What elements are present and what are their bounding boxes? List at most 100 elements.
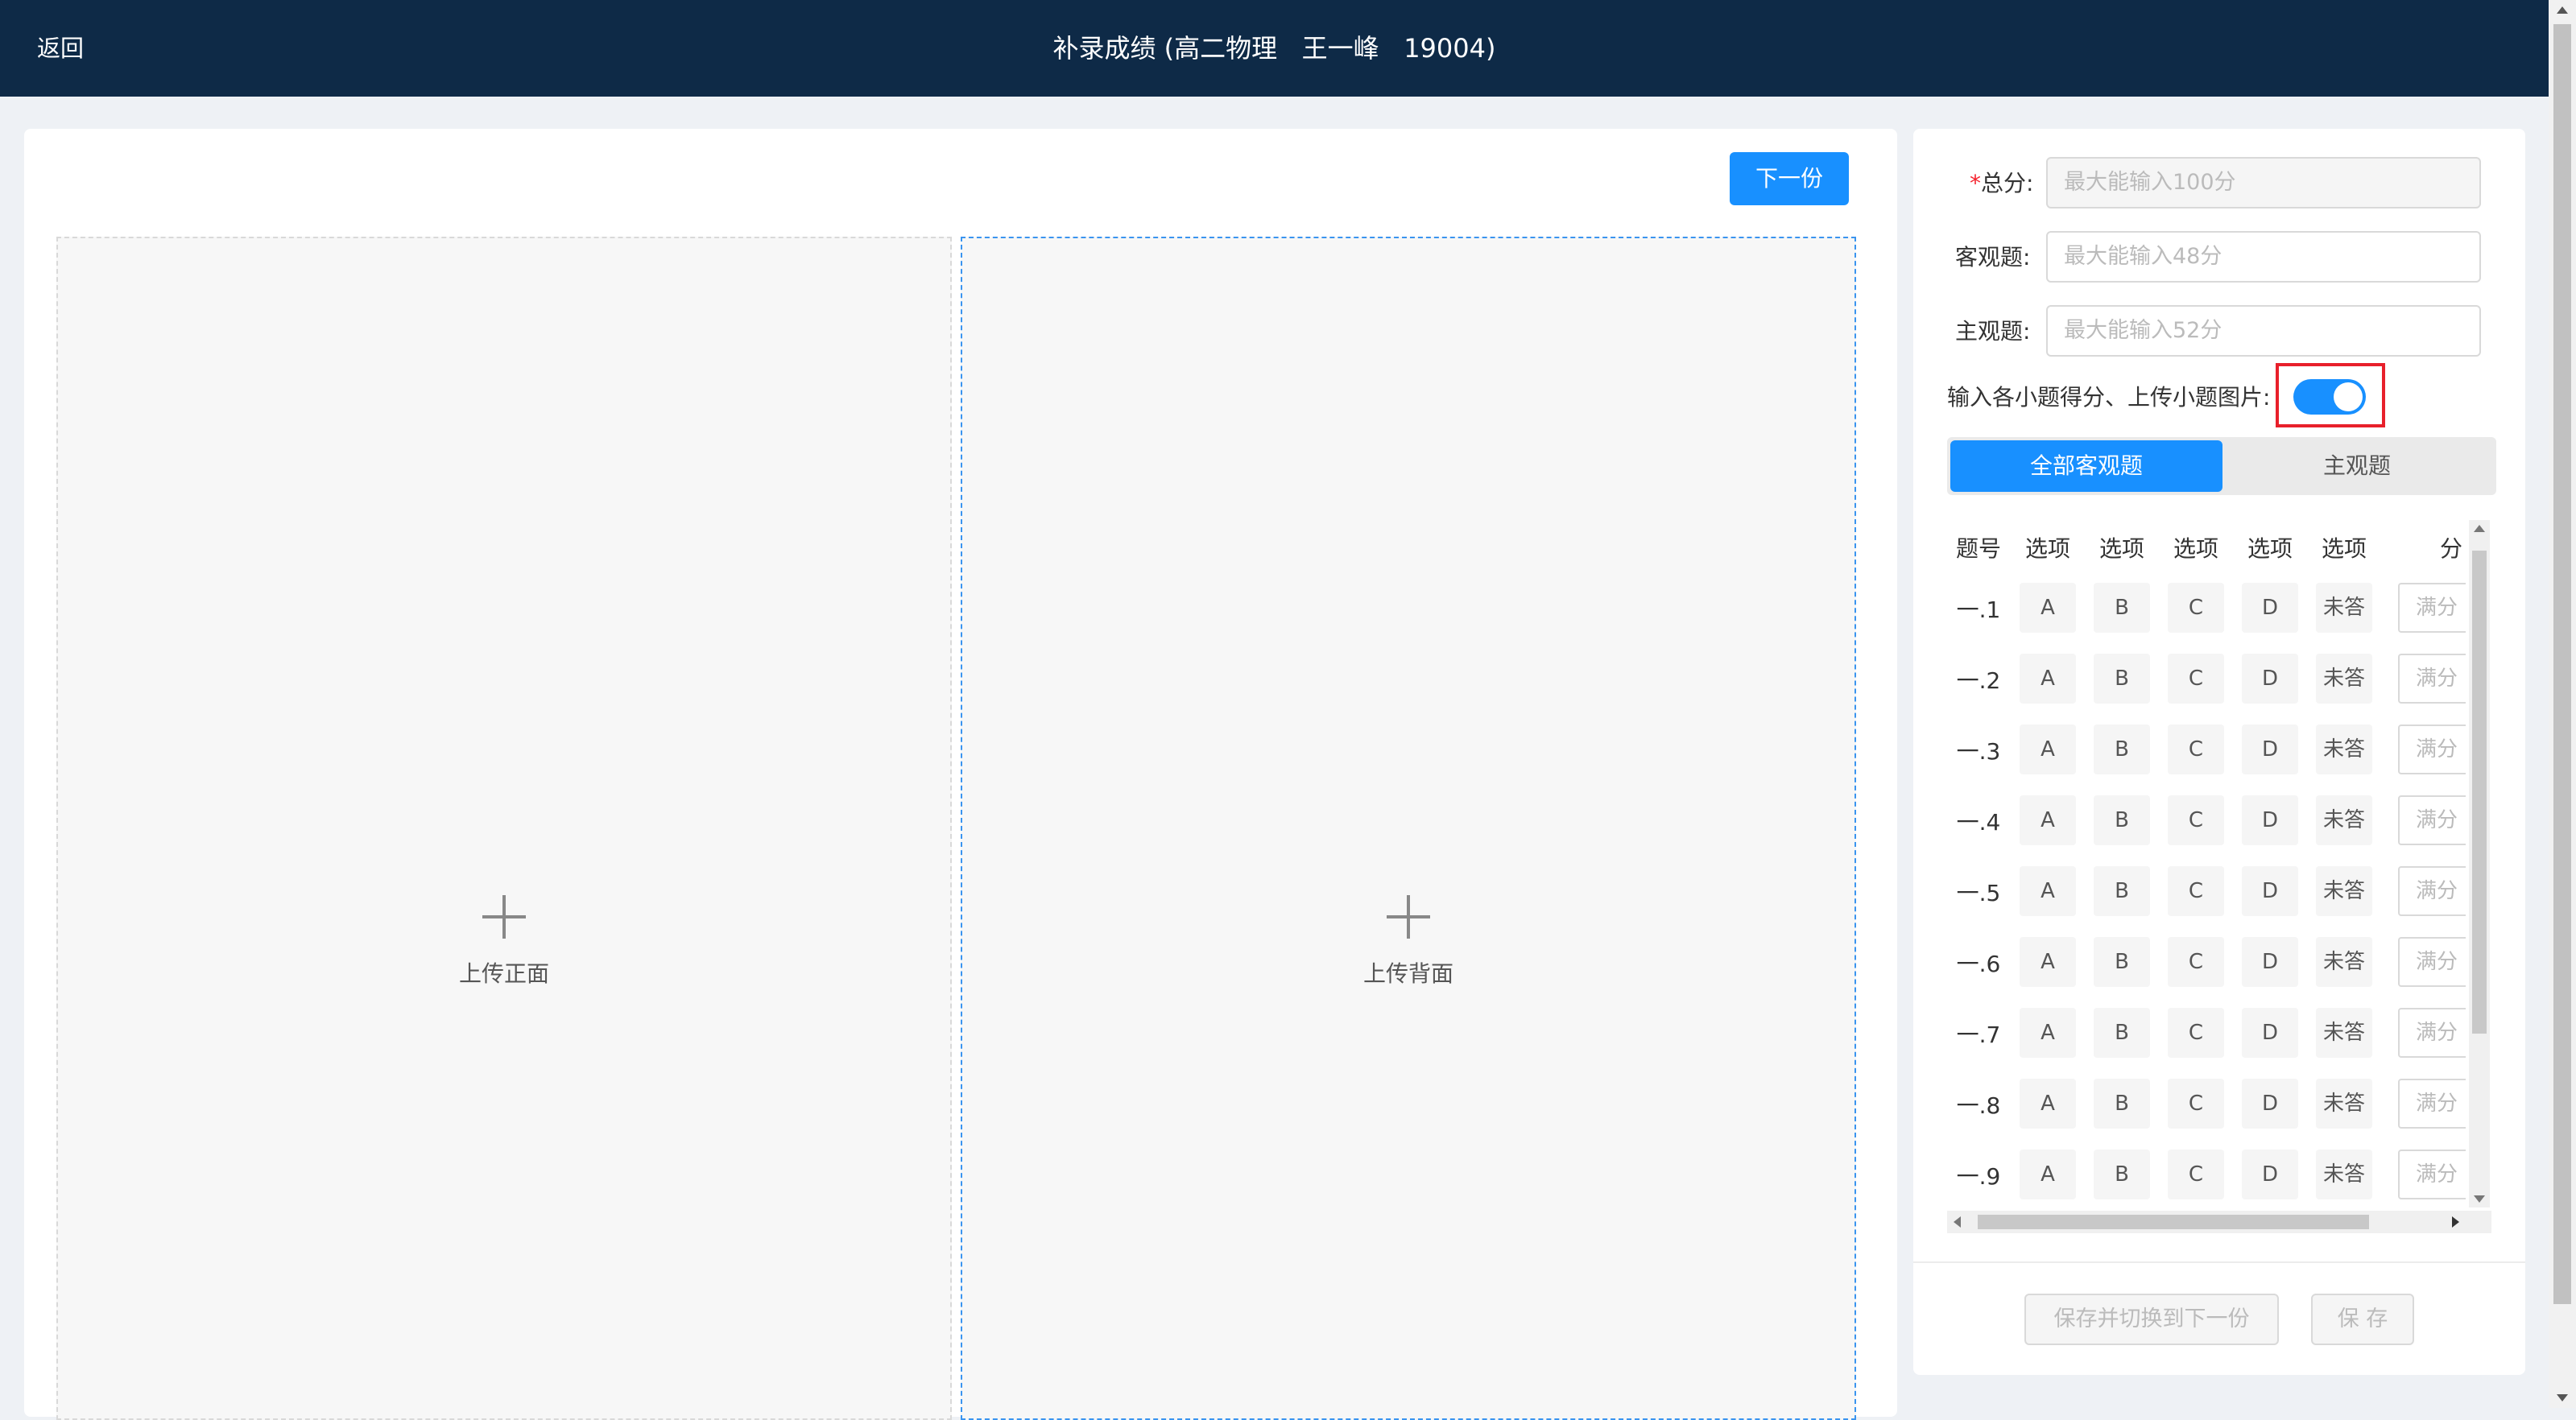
option-button[interactable]: B (2094, 866, 2150, 916)
score-input[interactable]: 满分 (2398, 1008, 2466, 1058)
question-number: 一.3 (1956, 738, 2001, 765)
option-button[interactable]: D (2242, 1079, 2298, 1129)
option-button[interactable]: 未答 (2316, 654, 2372, 704)
option-button[interactable]: D (2242, 724, 2298, 774)
switch-knob (2334, 382, 2363, 411)
option-button[interactable]: D (2242, 583, 2298, 633)
option-button[interactable]: 未答 (2316, 1150, 2372, 1199)
score-input[interactable]: 满分 (2398, 1150, 2466, 1199)
top-bar: 返回 补录成绩 (高二物理 王一峰 19004) (0, 0, 2549, 97)
table-row: 一.5 A B C D 未答 满分 (1947, 865, 2466, 923)
score-input[interactable]: 满分 (2398, 1079, 2466, 1129)
option-button[interactable]: A (2020, 1008, 2076, 1058)
option-button[interactable]: B (2094, 654, 2150, 704)
next-sheet-button[interactable]: 下一份 (1730, 152, 1849, 205)
table-row: 一.1 A B C D 未答 满分 (1947, 581, 2466, 639)
option-button[interactable]: 未答 (2316, 1008, 2372, 1058)
table-row: 一.7 A B C D 未答 满分 (1947, 1006, 2466, 1064)
option-button[interactable]: A (2020, 654, 2076, 704)
option-button[interactable]: C (2168, 937, 2224, 987)
option-button[interactable]: B (2094, 1150, 2150, 1199)
subjective-score-label: 主观题: (1955, 318, 2031, 345)
scroll-down-icon[interactable] (2474, 1195, 2485, 1203)
option-button[interactable]: A (2020, 1150, 2076, 1199)
option-button[interactable]: C (2168, 866, 2224, 916)
option-button[interactable]: A (2020, 583, 2076, 633)
total-score-row: *总分: 最大能输入100分 (1913, 157, 2525, 210)
total-score-input[interactable]: 最大能输入100分 (2046, 157, 2481, 208)
option-button[interactable]: A (2020, 724, 2076, 774)
option-button[interactable]: 未答 (2316, 724, 2372, 774)
option-button[interactable]: D (2242, 1150, 2298, 1199)
option-button[interactable]: D (2242, 654, 2298, 704)
header-cell: 选项 (2173, 535, 2218, 562)
scroll-thumb[interactable] (2472, 551, 2487, 1034)
upload-front-label: 上传正面 (458, 960, 549, 987)
detail-toggle-switch[interactable] (2293, 379, 2366, 415)
table-row: 一.8 A B C D 未答 满分 (1947, 1077, 2466, 1135)
option-button[interactable]: C (2168, 1008, 2224, 1058)
table-row: 一.4 A B C D 未答 满分 (1947, 794, 2466, 852)
score-input[interactable]: 满分 (2398, 724, 2466, 774)
question-number: 一.5 (1956, 880, 2001, 906)
scroll-thumb[interactable] (2553, 24, 2571, 1304)
option-button[interactable]: 未答 (2316, 937, 2372, 987)
option-button[interactable]: B (2094, 937, 2150, 987)
option-button[interactable]: B (2094, 1079, 2150, 1129)
option-button[interactable]: B (2094, 724, 2150, 774)
option-button[interactable]: C (2168, 654, 2224, 704)
option-button[interactable]: D (2242, 795, 2298, 845)
question-number: 一.1 (1956, 596, 2001, 623)
upload-back-area[interactable]: 上传背面 (961, 237, 1856, 1420)
objective-score-input[interactable]: 最大能输入48分 (2046, 231, 2481, 283)
score-input[interactable]: 满分 (2398, 795, 2466, 845)
option-button[interactable]: A (2020, 1079, 2076, 1129)
option-button[interactable]: A (2020, 795, 2076, 845)
score-input[interactable]: 满分 (2398, 866, 2466, 916)
question-number: 一.7 (1956, 1022, 2001, 1048)
option-button[interactable]: C (2168, 583, 2224, 633)
scroll-up-icon[interactable] (2474, 525, 2485, 532)
scroll-up-icon[interactable] (2557, 6, 2568, 14)
option-button[interactable]: C (2168, 795, 2224, 845)
option-button[interactable]: 未答 (2316, 866, 2372, 916)
score-input[interactable]: 满分 (2398, 583, 2466, 633)
header-cell: 选项 (2098, 535, 2144, 562)
option-button[interactable]: A (2020, 937, 2076, 987)
option-button[interactable]: 未答 (2316, 795, 2372, 845)
option-button[interactable]: B (2094, 583, 2150, 633)
option-button[interactable]: 未答 (2316, 1079, 2372, 1129)
upload-front-area[interactable]: 上传正面 (56, 237, 952, 1420)
header-cell: 题号 (1955, 535, 2001, 562)
scroll-down-icon[interactable] (2557, 1394, 2568, 1401)
tab-objective[interactable]: 全部客观题 (1950, 440, 2222, 492)
score-input[interactable]: 满分 (2398, 937, 2466, 987)
save-and-next-button[interactable]: 保存并切换到下一份 (2024, 1294, 2279, 1345)
save-button[interactable]: 保 存 (2311, 1294, 2414, 1345)
score-input[interactable]: 满分 (2398, 654, 2466, 704)
option-button[interactable]: A (2020, 866, 2076, 916)
plus-icon (482, 895, 526, 939)
option-button[interactable]: C (2168, 1150, 2224, 1199)
option-button[interactable]: D (2242, 1008, 2298, 1058)
scroll-right-icon[interactable] (2452, 1216, 2459, 1228)
subjective-score-input[interactable]: 最大能输入52分 (2046, 305, 2481, 357)
question-number: 一.4 (1956, 809, 2001, 836)
option-button[interactable]: B (2094, 1008, 2150, 1058)
question-number: 一.6 (1956, 951, 2001, 977)
option-button[interactable]: C (2168, 1079, 2224, 1129)
objective-table: 题号 选项 选项 选项 选项 选项 分 一.1 A B C D 未答 满分 一.2 A B C D 未答… (1947, 520, 2466, 1216)
tab-subjective[interactable]: 主观题 (2221, 440, 2493, 492)
option-button[interactable]: D (2242, 866, 2298, 916)
scroll-thumb[interactable] (1978, 1215, 2369, 1229)
option-button[interactable]: B (2094, 795, 2150, 845)
header-cell: 选项 (2024, 535, 2070, 562)
option-button[interactable]: 未答 (2316, 583, 2372, 633)
option-button[interactable]: C (2168, 724, 2224, 774)
page-scrollbar[interactable] (2549, 0, 2576, 1408)
table-horizontal-scrollbar[interactable] (1947, 1211, 2491, 1233)
objective-score-row: 客观题: 最大能输入48分 (1913, 231, 2525, 284)
scroll-left-icon[interactable] (1954, 1216, 1961, 1228)
option-button[interactable]: D (2242, 937, 2298, 987)
table-vertical-scrollbar[interactable] (2469, 520, 2490, 1207)
